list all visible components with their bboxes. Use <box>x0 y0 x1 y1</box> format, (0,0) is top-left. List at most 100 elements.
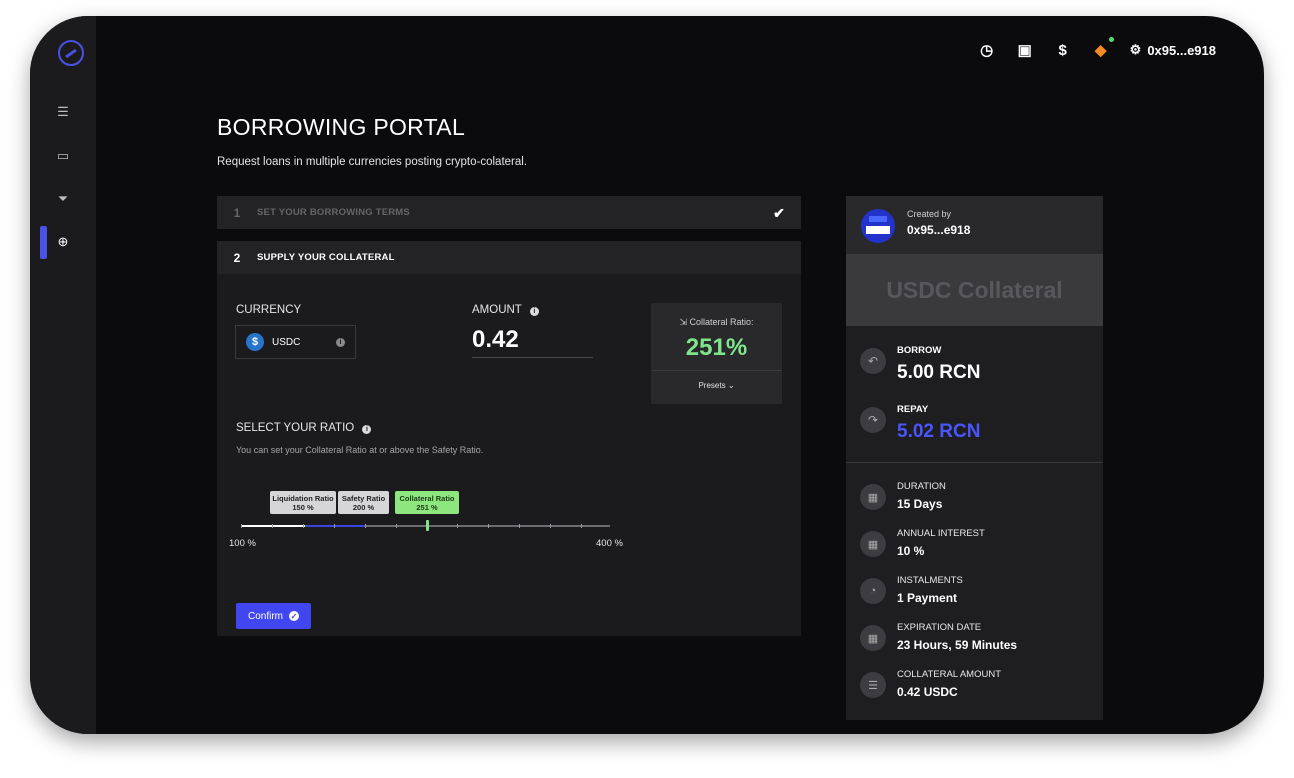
loan-summary-card: Created by 0x95...e918 USDC Collateral ↶… <box>846 196 1103 720</box>
ratio-header: ⇲ Collateral Ratio: <box>651 317 782 328</box>
page-subtitle: Request loans in multiple currencies pos… <box>217 156 528 168</box>
annual-interest-value: 10 % <box>897 544 925 558</box>
wallet-icon[interactable]: ▣ <box>1016 41 1034 59</box>
slider-tick <box>241 524 242 528</box>
collateral-ratio-label: Collateral Ratio <box>399 494 455 503</box>
slider-min-label: 100 % <box>229 538 256 549</box>
slider-fill-blue <box>305 525 365 527</box>
helper-text: You can set your Collateral Ratio at or … <box>236 445 484 455</box>
expiration-date-value: 23 Hours, 59 Minutes <box>897 638 1018 652</box>
created-by-address: 0x95...e918 <box>907 223 971 237</box>
slider-tick <box>303 524 304 528</box>
metamask-icon[interactable]: ◆ <box>1092 37 1114 59</box>
step-borrowing-terms[interactable]: 1 SET YOUR BORROWING TERMS ✔ <box>217 196 801 229</box>
connected-dot <box>1108 37 1114 42</box>
slider-tick <box>519 524 520 528</box>
expiration-date-label: EXPIRATION DATE <box>897 622 982 633</box>
lend-nav-icon[interactable]: ⏷ <box>30 183 96 215</box>
instalments-label: INSTALMENTS <box>897 575 963 586</box>
chart-icon: ⇲ <box>679 317 687 327</box>
amount-label-row: AMOUNT i <box>472 304 539 316</box>
step-label: SET YOUR BORROWING TERMS <box>257 207 410 218</box>
borrow-value: 5.00 RCN <box>897 362 981 383</box>
collateral-ratio-tag: Collateral Ratio 251 % <box>395 491 459 514</box>
collateral-ratio-value: 251 % <box>416 503 438 512</box>
avatar <box>861 209 895 243</box>
slider-thumb[interactable] <box>426 520 429 531</box>
collateral-amount-value: 0.42 USDC <box>897 685 958 699</box>
slider-tick <box>488 524 489 528</box>
created-by-label: Created by <box>907 209 952 219</box>
info-icon[interactable]: i <box>529 307 539 316</box>
slider-tick <box>334 524 335 528</box>
step-supply-collateral[interactable]: 2 SUPPLY YOUR COLLATERAL <box>217 241 801 274</box>
liquidation-ratio-label: Liquidation Ratio <box>272 494 334 503</box>
undo-arrow-icon: ↶ <box>860 348 886 374</box>
ratio-label: Collateral Ratio: <box>689 317 754 327</box>
gear-icon: ⚙ <box>1129 42 1142 57</box>
collateral-panel: CURRENCY $ USDC i AMOUNT i 0.42 ⇲ Collat… <box>217 274 801 636</box>
redo-arrow-icon: ↷ <box>860 407 886 433</box>
borrow-label: BORROW <box>897 345 942 356</box>
currency-value: USDC <box>272 336 301 348</box>
repay-label: REPAY <box>897 404 929 415</box>
coins-icon: ☰ <box>860 672 886 698</box>
app-window: ☰ ▭ ⏷ ⊕ ◷ ▣ $ ◆ ⚙ 0x95...e918 BORROWING … <box>30 16 1264 734</box>
safety-ratio-value: 200 % <box>352 503 375 512</box>
slider-tick <box>365 524 366 528</box>
confirm-label: Confirm <box>247 610 283 622</box>
check-icon: ✔ <box>773 205 785 221</box>
borrow-nav-icon[interactable]: ⊕ <box>30 226 96 258</box>
select-ratio-label: SELECT YOUR RATIO <box>236 422 355 434</box>
step-number: 1 <box>233 205 241 220</box>
slider-tick <box>272 524 273 528</box>
presets-dropdown[interactable]: Presets ⌄ <box>651 381 782 390</box>
info-icon[interactable]: i <box>336 337 345 347</box>
instalments-value: 1 Payment <box>897 591 958 605</box>
check-circle-icon: ✓ <box>289 611 299 621</box>
duration-label: DURATION <box>897 481 946 492</box>
account-button[interactable]: ⚙ 0x95...e918 <box>1130 42 1216 58</box>
collateral-banner: USDC Collateral <box>846 254 1103 326</box>
repay-value: 5.02 RCN <box>897 421 981 442</box>
page-title: BORROWING PORTAL <box>217 114 466 140</box>
duration-value: 15 Days <box>897 497 943 511</box>
account-address: 0x95...e918 <box>1147 42 1216 58</box>
money-icon[interactable]: $ <box>1054 41 1072 59</box>
calculator-icon: ▦ <box>860 531 886 557</box>
creator-header: Created by 0x95...e918 <box>846 196 1103 254</box>
usdc-icon: $ <box>246 333 264 351</box>
info-icon[interactable]: i <box>362 425 372 434</box>
divider <box>651 370 782 371</box>
pie-chart-icon: ◔ <box>860 578 886 604</box>
slider-tick <box>396 524 397 528</box>
presets-label: Presets <box>698 381 726 390</box>
step-label: SUPPLY YOUR COLLATERAL <box>257 252 395 263</box>
sidebar: ☰ ▭ ⏷ ⊕ <box>30 16 96 734</box>
wallet-nav-icon[interactable]: ▭ <box>30 140 96 172</box>
logo-icon[interactable] <box>58 40 84 66</box>
liquidation-ratio-tag: Liquidation Ratio 150 % <box>270 491 336 514</box>
confirm-button[interactable]: Confirm ✓ <box>236 603 311 629</box>
slider-tick <box>581 524 582 528</box>
ratio-value: 251% <box>685 334 748 361</box>
collateral-ratio-card: ⇲ Collateral Ratio: 251% Presets ⌄ <box>651 303 782 404</box>
safety-ratio-tag: Safety Ratio 200 % <box>338 491 389 514</box>
divider <box>846 462 1103 463</box>
currency-label: CURRENCY <box>236 304 302 316</box>
slider-max-label: 400 % <box>596 538 623 549</box>
annual-interest-label: ANNUAL INTEREST <box>897 528 985 539</box>
currency-select[interactable]: $ USDC i <box>235 325 356 359</box>
select-ratio-row: SELECT YOUR RATIO i <box>236 422 372 434</box>
top-bar: ◷ ▣ $ ◆ ⚙ 0x95...e918 <box>978 37 1216 62</box>
calendar-icon: ▦ <box>860 625 886 651</box>
amount-label: AMOUNT <box>472 304 522 316</box>
safety-ratio-label: Safety Ratio <box>341 494 386 503</box>
slider-tick <box>457 524 458 528</box>
calendar-icon: ▦ <box>860 484 886 510</box>
collateral-amount-label: COLLATERAL AMOUNT <box>897 669 1001 680</box>
amount-input[interactable]: 0.42 <box>472 326 593 358</box>
clock-icon[interactable]: ◷ <box>978 41 996 59</box>
coins-nav-icon[interactable]: ☰ <box>30 96 96 128</box>
chevron-down-icon: ⌄ <box>727 381 735 390</box>
